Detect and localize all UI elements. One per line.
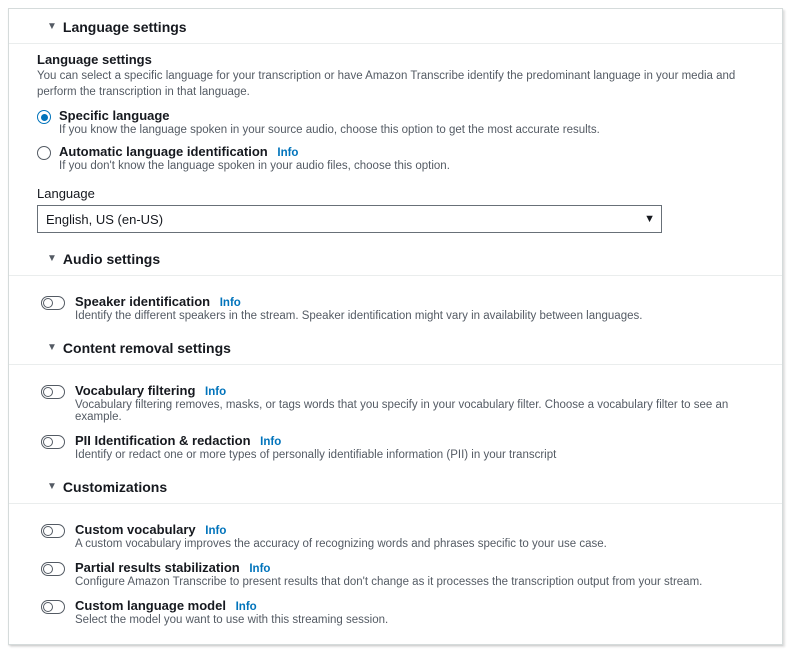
toggle-vocab-filter[interactable] <box>41 385 65 399</box>
section-title-removal: Content removal settings <box>63 340 231 356</box>
section-title-custom: Customizations <box>63 479 167 495</box>
language-select-value: English, US (en-US) <box>46 212 163 227</box>
section-title-language: Language settings <box>63 19 187 35</box>
toggle-row-partial: Partial results stabilization Info Confi… <box>9 550 782 588</box>
section-header-custom[interactable]: ▼ Customizations <box>9 461 782 504</box>
radio-specific[interactable] <box>37 110 51 124</box>
toggle-row-pii: PII Identification & redaction Info Iden… <box>9 423 782 461</box>
toggle-partial-desc: Configure Amazon Transcribe to present r… <box>75 576 702 588</box>
radio-option-specific[interactable]: Specific language If you know the langua… <box>37 108 760 136</box>
info-link-clm[interactable]: Info <box>236 601 257 613</box>
chevron-down-icon: ▼ <box>47 343 57 353</box>
toggle-custom-vocab[interactable] <box>41 524 65 538</box>
toggle-vocabfilter-label: Vocabulary filtering <box>75 383 195 398</box>
info-link-pii[interactable]: Info <box>260 436 281 448</box>
toggle-partial-label: Partial results stabilization <box>75 560 240 575</box>
language-group-label: Language settings <box>37 52 760 67</box>
toggle-pii-label: PII Identification & redaction <box>75 433 251 448</box>
caret-down-icon: ▼ <box>644 213 655 225</box>
toggle-row-vocabfilter: Vocabulary filtering Info Vocabulary fil… <box>9 373 782 423</box>
toggle-custom-language-model[interactable] <box>41 600 65 614</box>
toggle-speaker-label: Speaker identification <box>75 294 210 309</box>
toggle-pii-desc: Identify or redact one or more types of … <box>75 449 556 461</box>
info-link-customvocab[interactable]: Info <box>205 525 226 537</box>
toggle-vocabfilter-desc: Vocabulary filtering removes, masks, or … <box>75 399 755 423</box>
info-link-vocabfilter[interactable]: Info <box>205 386 226 398</box>
info-link-auto[interactable]: Info <box>277 147 298 159</box>
toggle-speaker-desc: Identify the different speakers in the s… <box>75 310 642 322</box>
radio-option-auto[interactable]: Automatic language identification Info I… <box>37 144 760 172</box>
chevron-down-icon: ▼ <box>47 482 57 492</box>
info-link-speaker[interactable]: Info <box>220 297 241 309</box>
toggle-row-speaker: Speaker identification Info Identify the… <box>9 284 782 322</box>
toggle-clm-desc: Select the model you want to use with th… <box>75 614 388 626</box>
info-link-partial[interactable]: Info <box>249 563 270 575</box>
radio-specific-desc: If you know the language spoken in your … <box>59 124 600 136</box>
settings-panel: ▼ Language settings Language settings Yo… <box>8 8 783 645</box>
toggle-customvocab-desc: A custom vocabulary improves the accurac… <box>75 538 607 550</box>
toggle-speaker-id[interactable] <box>41 296 65 310</box>
chevron-down-icon: ▼ <box>47 254 57 264</box>
language-select[interactable]: English, US (en-US) ▼ <box>37 205 662 233</box>
section-header-removal[interactable]: ▼ Content removal settings <box>9 322 782 365</box>
language-body: Language settings You can select a speci… <box>9 52 782 233</box>
radio-auto[interactable] <box>37 146 51 160</box>
section-header-language[interactable]: ▼ Language settings <box>9 9 782 44</box>
toggle-pii[interactable] <box>41 435 65 449</box>
toggle-clm-label: Custom language model <box>75 598 226 613</box>
language-field-label: Language <box>37 186 760 201</box>
language-group-hint: You can select a specific language for y… <box>37 69 760 100</box>
toggle-partial-results[interactable] <box>41 562 65 576</box>
chevron-down-icon: ▼ <box>47 22 57 32</box>
section-title-audio: Audio settings <box>63 251 160 267</box>
toggle-row-customvocab: Custom vocabulary Info A custom vocabula… <box>9 512 782 550</box>
radio-auto-desc: If you don't know the language spoken in… <box>59 160 450 172</box>
section-header-audio[interactable]: ▼ Audio settings <box>9 233 782 276</box>
radio-specific-label: Specific language <box>59 108 600 123</box>
toggle-customvocab-label: Custom vocabulary <box>75 522 196 537</box>
radio-auto-label: Automatic language identification <box>59 144 268 159</box>
toggle-row-clm: Custom language model Info Select the mo… <box>9 588 782 626</box>
